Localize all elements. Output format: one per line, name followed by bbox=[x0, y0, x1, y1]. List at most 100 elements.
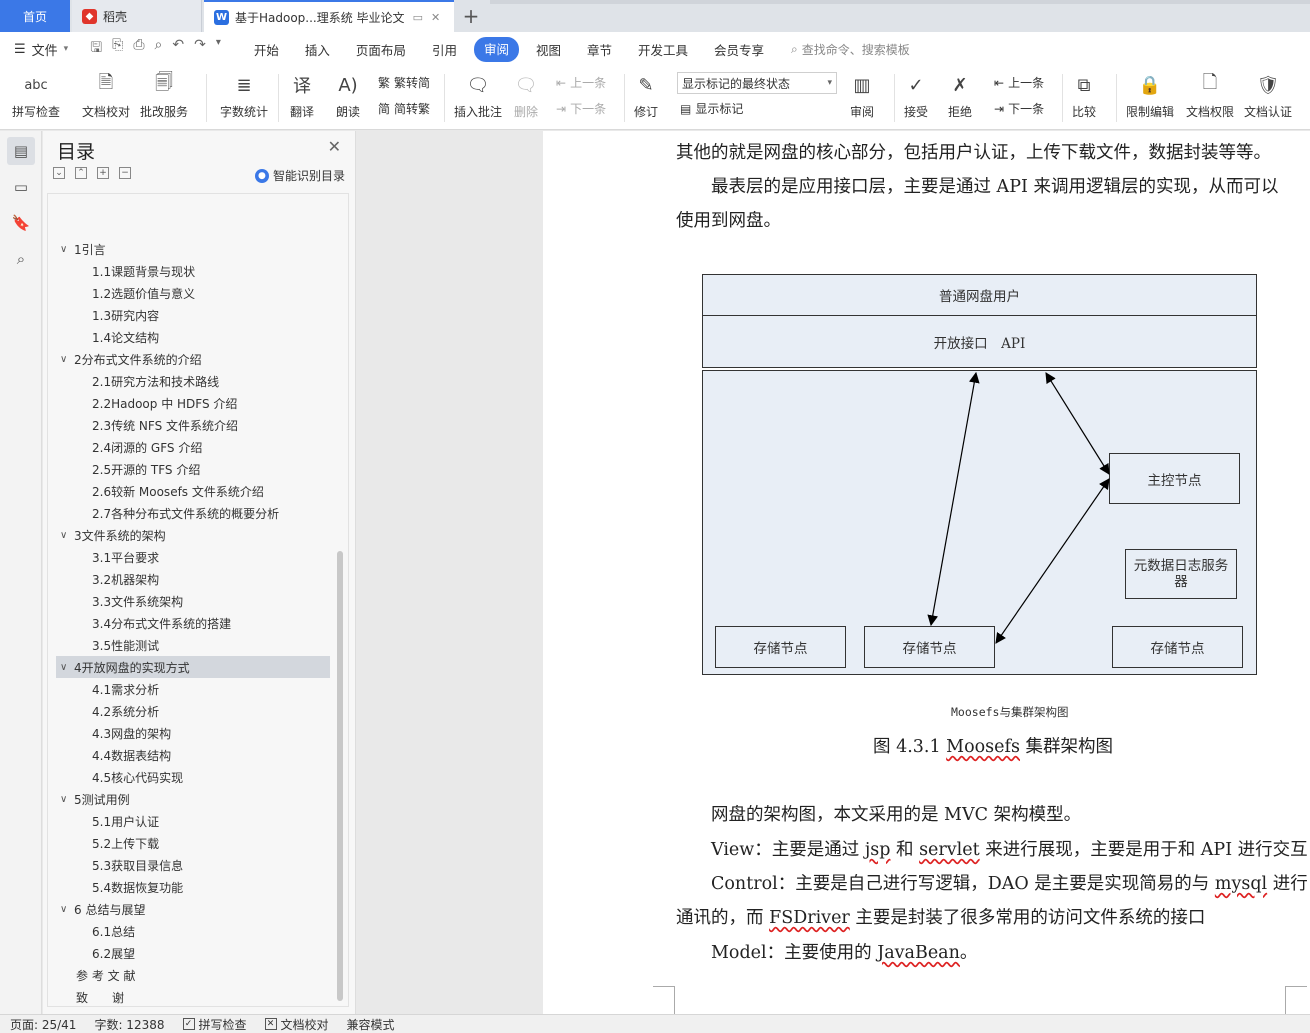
toc-item[interactable]: ∨ 5测试用例 bbox=[56, 788, 330, 810]
toc-item[interactable]: 6.2展望 bbox=[56, 942, 330, 964]
trad-to-simp-button[interactable]: 繁 繁转简 bbox=[378, 74, 430, 91]
menu-reference[interactable]: 引用 bbox=[419, 37, 470, 62]
toc-item[interactable]: 2.7各种分布式文件系统的概要分析 bbox=[56, 502, 330, 524]
review-pane-button[interactable]: ▥ 审阅 bbox=[848, 70, 876, 120]
collapse-all-icon[interactable]: ⌃ bbox=[75, 167, 87, 179]
reject-button[interactable]: ✗ 拒绝 bbox=[946, 70, 974, 120]
toc-item[interactable]: 3.3文件系统架构 bbox=[56, 590, 330, 612]
next-comment-button[interactable]: ⇥ 下一条 bbox=[556, 100, 606, 117]
file-menu[interactable]: ☰ 文件 ▾ bbox=[14, 40, 68, 59]
chevron-down-icon[interactable]: ∨ bbox=[60, 354, 74, 365]
toc-item[interactable]: 5.4数据恢复功能 bbox=[56, 876, 330, 898]
toc-item[interactable]: ∨ 3文件系统的架构 bbox=[56, 524, 330, 546]
search-icon[interactable]: ⌕ bbox=[7, 245, 35, 273]
tab-document[interactable]: W 基于Hadoop...理系统 毕业论文 ▭ ✕ bbox=[204, 0, 454, 32]
document-page[interactable]: 其他的就是网盘的核心部分，包括用户认证，上传下载文件，数据封装等等。 最表层的是… bbox=[543, 131, 1310, 1014]
batch-service-button[interactable]: 🗐 批改服务 bbox=[140, 70, 188, 120]
toc-item[interactable]: 1.3研究内容 bbox=[56, 304, 330, 326]
translate-button[interactable]: 译 翻译 bbox=[288, 70, 316, 120]
compare-button[interactable]: ⧉ 比较 bbox=[1070, 70, 1098, 120]
toc-item[interactable]: 2.5开源的 TFS 介绍 bbox=[56, 458, 330, 480]
toc-item[interactable]: 4.4数据表结构 bbox=[56, 744, 330, 766]
save-icon[interactable]: 🖫 bbox=[90, 37, 102, 61]
menu-member[interactable]: 会员专享 bbox=[701, 37, 777, 62]
remove-heading-icon[interactable]: − bbox=[119, 167, 131, 179]
smart-toc-button[interactable]: ● 智能识别目录 bbox=[254, 167, 345, 184]
spell-check-button[interactable]: abc 拼写检查 bbox=[12, 70, 60, 120]
doc-permission-button[interactable]: 🗋 文档权限 bbox=[1186, 70, 1234, 120]
tab-close-icon[interactable]: ✕ bbox=[431, 11, 440, 24]
toc-item[interactable]: 参 考 文 献 bbox=[56, 964, 330, 986]
toc-item[interactable]: ∨ 2分布式文件系统的介绍 bbox=[56, 348, 330, 370]
menu-insert[interactable]: 插入 bbox=[292, 37, 343, 62]
expand-all-icon[interactable]: ⌄ bbox=[53, 167, 65, 179]
chevron-down-icon[interactable]: ∨ bbox=[60, 904, 74, 915]
toc-item[interactable]: 2.6较新 Moosefs 文件系统介绍 bbox=[56, 480, 330, 502]
doc-proof-toggle[interactable]: ✕ 文档校对 bbox=[264, 1016, 329, 1033]
more-icon[interactable]: ▾ bbox=[216, 37, 221, 61]
bookmark-icon[interactable]: 🔖 bbox=[7, 209, 35, 237]
toc-item[interactable]: ∨ 4开放网盘的实现方式 bbox=[56, 656, 330, 678]
chevron-down-icon[interactable]: ∨ bbox=[60, 794, 74, 805]
menu-layout[interactable]: 页面布局 bbox=[343, 37, 419, 62]
toc-item[interactable]: 3.5性能测试 bbox=[56, 634, 330, 656]
toc-item[interactable]: 6.1总结 bbox=[56, 920, 330, 942]
new-tab-button[interactable]: + bbox=[458, 0, 484, 32]
toc-item[interactable]: 3.1平台要求 bbox=[56, 546, 330, 568]
doc-proof-button[interactable]: 🗎 文档校对 bbox=[82, 70, 130, 120]
toc-item[interactable]: 5.2上传下载 bbox=[56, 832, 330, 854]
prev-change-button[interactable]: ⇤ 上一条 bbox=[994, 74, 1044, 91]
close-icon[interactable]: ✕ bbox=[328, 137, 341, 156]
toc-item[interactable]: ∨ 6 总结与展望 bbox=[56, 898, 330, 920]
toc-panel-icon[interactable]: ▤ bbox=[7, 137, 35, 165]
menu-devtools[interactable]: 开发工具 bbox=[625, 37, 701, 62]
prev-comment-button[interactable]: ⇤ 上一条 bbox=[556, 74, 606, 91]
show-markup-button[interactable]: ▤ 显示标记 bbox=[680, 100, 743, 117]
undo-icon[interactable]: ↶ bbox=[172, 37, 184, 61]
print-icon[interactable]: ⎙ bbox=[133, 37, 144, 61]
next-change-button[interactable]: ⇥ 下一条 bbox=[994, 100, 1044, 117]
toc-scrollbar[interactable] bbox=[337, 551, 343, 1001]
toc-item[interactable]: 2.1研究方法和技术路线 bbox=[56, 370, 330, 392]
toc-item[interactable]: 致 谢 bbox=[56, 986, 330, 1008]
insert-comment-button[interactable]: 🗨 插入批注 bbox=[454, 70, 502, 120]
accept-button[interactable]: ✓ 接受 bbox=[902, 70, 930, 120]
toc-item[interactable]: ∨ 1引言 bbox=[56, 238, 330, 260]
chapter-nav-icon[interactable]: ▭ bbox=[7, 173, 35, 201]
toc-item[interactable]: 1.4论文结构 bbox=[56, 326, 330, 348]
toc-item[interactable]: 5.1用户认证 bbox=[56, 810, 330, 832]
toc-item[interactable]: 3.2机器架构 bbox=[56, 568, 330, 590]
spell-check-toggle[interactable]: ✓ 拼写检查 bbox=[182, 1016, 247, 1033]
preview-icon[interactable]: ⌕ bbox=[155, 37, 163, 61]
toc-item[interactable]: 3.4分布式文件系统的搭建 bbox=[56, 612, 330, 634]
tab-docer[interactable]: ◆ 稻壳 bbox=[72, 0, 202, 32]
markup-state-select[interactable]: 显示标记的最终状态 ▾ bbox=[677, 72, 837, 94]
toc-item[interactable]: 1.2选题价值与意义 bbox=[56, 282, 330, 304]
export-icon[interactable]: ⎘ bbox=[112, 37, 123, 61]
simp-to-trad-button[interactable]: 简 简转繁 bbox=[378, 100, 430, 117]
toc-item[interactable]: 4.2系统分析 bbox=[56, 700, 330, 722]
toc-item[interactable]: 4.3网盘的架构 bbox=[56, 722, 330, 744]
toc-item[interactable]: 2.4闭源的 GFS 介绍 bbox=[56, 436, 330, 458]
chevron-down-icon[interactable]: ∨ bbox=[60, 662, 74, 673]
chevron-down-icon[interactable]: ∨ bbox=[60, 244, 74, 255]
tab-pin-icon[interactable]: ▭ bbox=[413, 11, 423, 24]
menu-view[interactable]: 视图 bbox=[523, 37, 574, 62]
delete-comment-button[interactable]: 🗨 删除 bbox=[512, 70, 540, 120]
restrict-edit-button[interactable]: 🔒 限制编辑 bbox=[1126, 70, 1174, 120]
toc-item[interactable]: 2.2Hadoop 中 HDFS 介绍 bbox=[56, 392, 330, 414]
toc-item[interactable]: 2.3传统 NFS 文件系统介绍 bbox=[56, 414, 330, 436]
command-search[interactable]: ⌕ 查找命令、搜索模板 bbox=[791, 41, 910, 58]
read-aloud-button[interactable]: A) 朗读 bbox=[334, 70, 362, 120]
toc-item[interactable]: 4.5核心代码实现 bbox=[56, 766, 330, 788]
toc-item[interactable]: 4.1需求分析 bbox=[56, 678, 330, 700]
chevron-down-icon[interactable]: ∨ bbox=[60, 530, 74, 541]
page-indicator[interactable]: 页面: 25/41 bbox=[10, 1016, 76, 1033]
toc-item[interactable]: 1.1课题背景与现状 bbox=[56, 260, 330, 282]
menu-chapter[interactable]: 章节 bbox=[574, 37, 625, 62]
redo-icon[interactable]: ↷ bbox=[194, 37, 206, 61]
revise-button[interactable]: ✎ 修订 bbox=[632, 70, 660, 120]
toc-item[interactable]: 5.3获取目录信息 bbox=[56, 854, 330, 876]
menu-review[interactable]: 审阅 bbox=[473, 36, 519, 62]
word-count-button[interactable]: ≣ 字数统计 bbox=[220, 70, 268, 120]
